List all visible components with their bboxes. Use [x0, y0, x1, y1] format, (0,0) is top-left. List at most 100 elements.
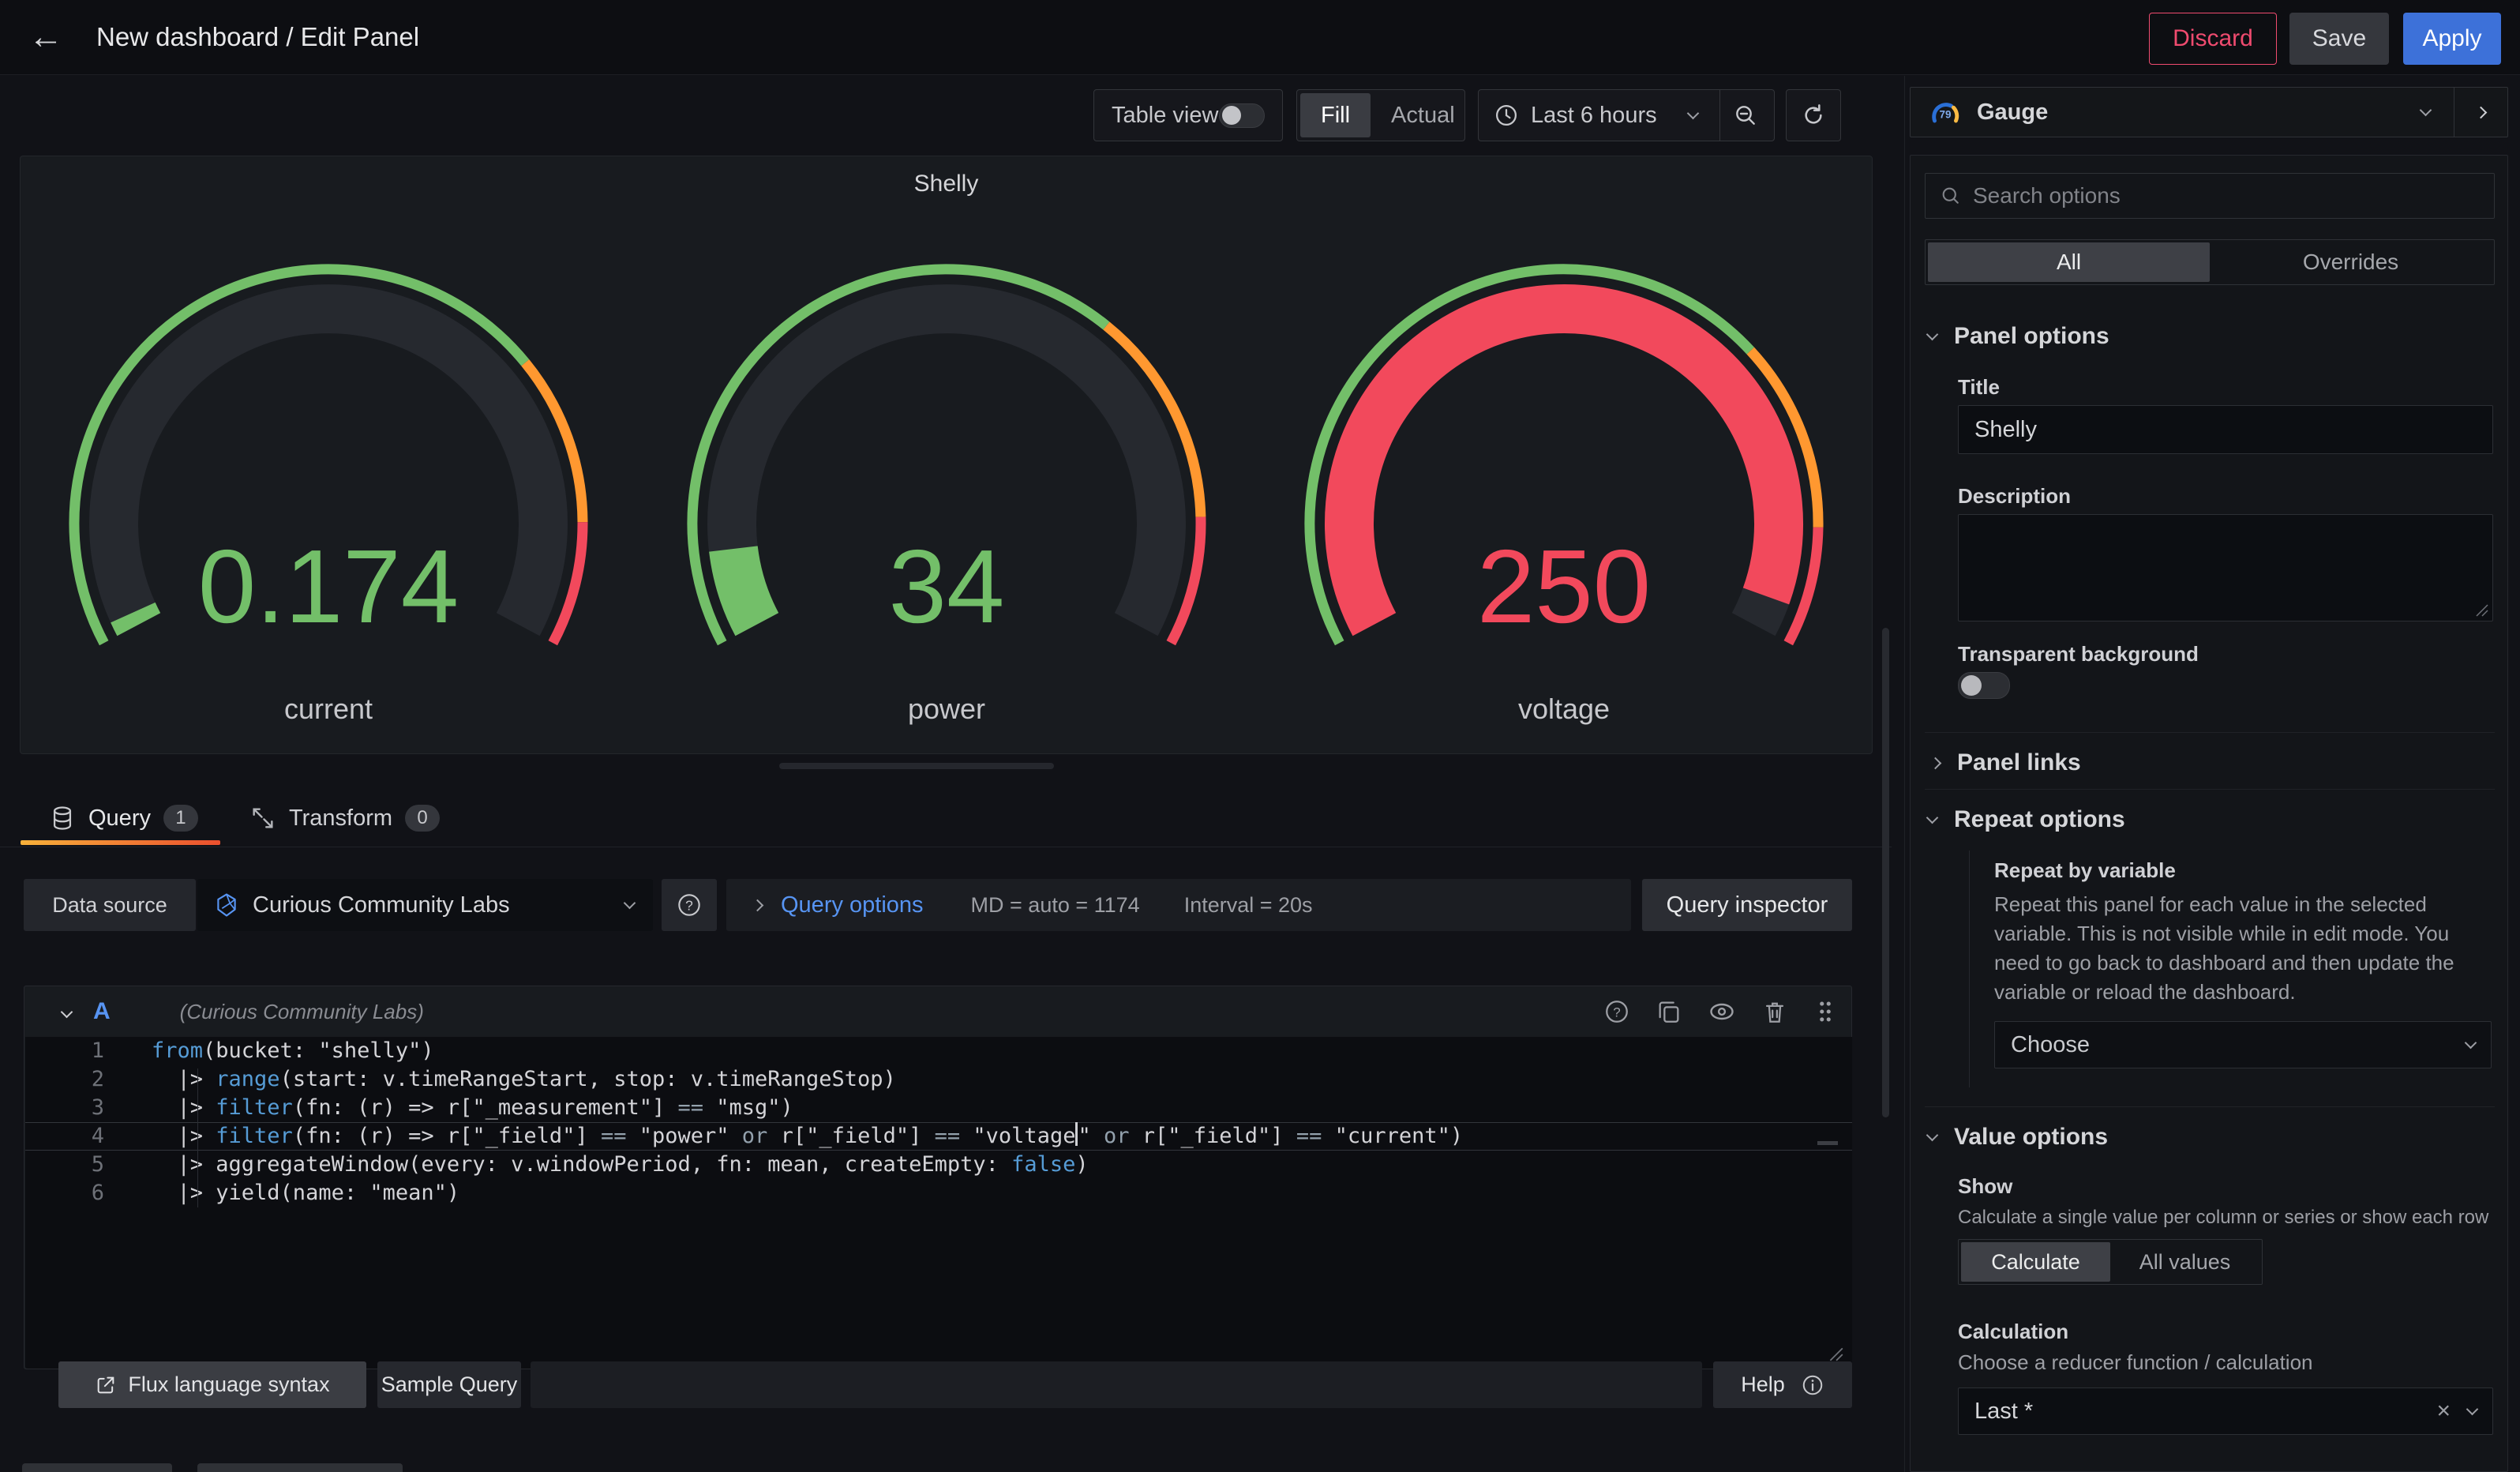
clear-icon[interactable]: ×	[2436, 1398, 2451, 1425]
zoom-out-icon[interactable]	[1733, 103, 1758, 128]
fill-option[interactable]: Fill	[1300, 93, 1371, 137]
repeat-variable-select[interactable]: Choose	[1994, 1021, 2492, 1068]
tab-all[interactable]: All	[1928, 242, 2210, 282]
repeat-description: Repeat this panel for each value in the …	[1994, 890, 2496, 1007]
flux-syntax-button[interactable]: Flux language syntax	[58, 1361, 366, 1408]
code-line-2[interactable]: 2 |> range(start: v.timeRangeStart, stop…	[25, 1065, 1852, 1094]
query-header[interactable]: A (Curious Community Labs) ?	[24, 986, 1851, 1037]
time-range-picker[interactable]: Last 6 hours	[1478, 89, 1775, 141]
table-view-label: Table view	[1112, 103, 1218, 129]
gauge-panel: Shelly 0.174current 34power 250voltage	[20, 156, 1873, 754]
disable-query-eye-icon[interactable]	[1708, 997, 1736, 1026]
all-overrides-tabs: All Overrides	[1925, 239, 2495, 285]
repeat-by-variable-label: Repeat by variable	[1994, 858, 2176, 883]
calculation-description: Choose a reducer function / calculation	[1958, 1348, 2503, 1377]
svg-text:power: power	[907, 693, 984, 725]
tab-query[interactable]: Query 1	[49, 790, 198, 847]
back-arrow-icon[interactable]: ←	[28, 17, 63, 57]
datasource-name: Curious Community Labs	[253, 892, 510, 918]
code-line-6[interactable]: 6 |> yield(name: "mean")	[25, 1179, 1852, 1207]
code-line-4[interactable]: 4 |> filter(fn: (r) => r["_field"] == "p…	[25, 1122, 1852, 1151]
add-expression-button-partial[interactable]	[197, 1463, 403, 1472]
chevron-down-icon	[1926, 811, 1939, 824]
panel-title-input[interactable]	[1958, 405, 2493, 454]
all-values-option[interactable]: All values	[2110, 1242, 2259, 1282]
description-label: Description	[1958, 484, 2071, 509]
flux-syntax-label: Flux language syntax	[128, 1372, 329, 1397]
transparent-background-label: Transparent background	[1958, 642, 2199, 667]
datasource-help-button[interactable]: ?	[662, 879, 717, 931]
external-link-icon	[95, 1374, 117, 1396]
delete-query-trash-icon[interactable]	[1761, 998, 1788, 1025]
collapse-query-icon[interactable]	[61, 1005, 73, 1018]
grafana-edit-panel-screen: ← New dashboard / Edit Panel Discard Sav…	[0, 0, 2520, 1472]
query-inspector-button[interactable]: Query inspector	[1642, 879, 1852, 931]
textarea-resize-icon[interactable]	[2473, 602, 2489, 618]
clock-icon	[1494, 103, 1518, 127]
panel-options-title: Panel options	[1954, 323, 2109, 350]
chevron-down-icon	[1926, 1128, 1939, 1141]
duplicate-query-icon[interactable]	[1656, 998, 1682, 1025]
influxdb-icon	[213, 892, 240, 918]
tab-transform[interactable]: Transform 0	[249, 790, 440, 847]
calculation-label: Calculation	[1958, 1320, 2068, 1344]
collapse-pane-icon[interactable]	[2475, 106, 2488, 118]
code-line-3[interactable]: 3 |> filter(fn: (r) => r["_measurement"]…	[25, 1094, 1852, 1122]
sample-query-button[interactable]: Sample Query	[377, 1361, 521, 1408]
code-line-1[interactable]: 1from(bucket: "shelly")	[25, 1037, 1852, 1065]
viz-picker[interactable]: 79 Gauge	[1910, 87, 2508, 137]
actual-option[interactable]: Actual	[1371, 93, 1476, 137]
chevron-down-icon	[1926, 328, 1939, 340]
query-help-icon[interactable]: ?	[1603, 998, 1630, 1025]
datasource-select[interactable]: Curious Community Labs	[197, 879, 653, 931]
discard-button[interactable]: Discard	[2149, 13, 2277, 65]
flux-code-editor[interactable]: 1from(bucket: "shelly")2 |> range(start:…	[25, 1037, 1852, 1369]
editor-resize-icon[interactable]	[1827, 1345, 1844, 1362]
query-transform-tabs: Query 1 Transform 0	[0, 790, 1892, 847]
viz-picker-value: Gauge	[1977, 100, 2048, 126]
description-textarea[interactable]	[1958, 514, 2493, 621]
toggle-knob	[1222, 106, 1241, 125]
table-view-toggle[interactable]	[1219, 103, 1265, 128]
search-options-input[interactable]	[1973, 183, 2447, 208]
save-button[interactable]: Save	[2289, 13, 2389, 65]
chevron-right-icon	[752, 899, 764, 911]
time-range-label: Last 6 hours	[1531, 103, 1657, 129]
svg-text:250: 250	[1477, 528, 1651, 644]
code-line-5[interactable]: 5 |> aggregateWindow(every: v.windowPeri…	[25, 1151, 1852, 1179]
tab-overrides[interactable]: Overrides	[2210, 242, 2492, 282]
add-query-button-partial[interactable]	[22, 1463, 172, 1472]
help-label: Help	[1741, 1372, 1785, 1397]
database-icon	[49, 805, 76, 832]
transparent-background-toggle[interactable]	[1958, 672, 2010, 699]
svg-text:?: ?	[1613, 1004, 1620, 1020]
drag-handle-icon[interactable]	[1813, 998, 1837, 1025]
section-panel-links[interactable]: Panel links	[1931, 749, 2081, 776]
query-options-bar[interactable]: Query options MD = auto = 1174 Interval …	[726, 879, 1631, 931]
gauge-power: 34power	[639, 251, 1254, 741]
transform-count-badge: 0	[405, 805, 440, 832]
panel-resize-handle[interactable]	[779, 763, 1054, 769]
section-value-options[interactable]: Value options	[1928, 1124, 2108, 1151]
section-panel-options[interactable]: Panel options	[1928, 323, 2109, 350]
transform-icon	[249, 805, 276, 832]
main-scrollbar[interactable]	[1882, 628, 1889, 1117]
tab-query-label: Query	[88, 805, 151, 832]
apply-button[interactable]: Apply	[2403, 13, 2501, 65]
repeat-variable-value: Choose	[2011, 1032, 2090, 1058]
info-circle-icon	[1801, 1373, 1824, 1397]
search-options-box[interactable]	[1925, 173, 2495, 219]
calculation-select[interactable]: Last * ×	[1958, 1388, 2493, 1435]
refresh-button[interactable]	[1786, 89, 1841, 141]
svg-text:79: 79	[1940, 108, 1952, 120]
title-label: Title	[1958, 375, 2000, 400]
interval-text: Interval = 20s	[1184, 893, 1313, 918]
show-label: Show	[1958, 1174, 2012, 1199]
panel-links-title: Panel links	[1957, 749, 2081, 776]
options-card: All Overrides Panel options Title Descri…	[1910, 155, 2508, 1472]
svg-text:?: ?	[685, 898, 693, 914]
refresh-icon	[1801, 103, 1826, 128]
help-button[interactable]: Help	[1713, 1361, 1852, 1408]
calculate-option[interactable]: Calculate	[1961, 1242, 2110, 1282]
section-repeat-options[interactable]: Repeat options	[1928, 806, 2125, 833]
